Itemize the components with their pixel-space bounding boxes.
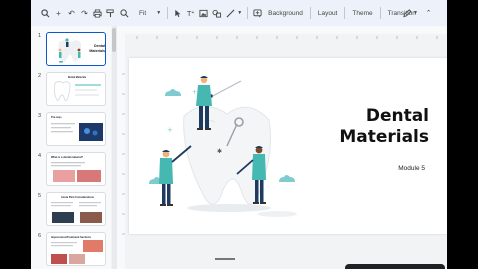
slide-number: 5 [38,193,42,199]
slide-number: 4 [38,153,42,159]
slide-number: 2 [38,73,42,79]
vertical-ruler[interactable] [117,34,125,269]
toolbar-divider [344,7,346,19]
layout-button[interactable]: Layout [314,4,342,22]
zoom-select[interactable]: Fit ▼ [117,4,164,22]
chevron-down-icon: ▼ [156,10,162,16]
slide-number: 6 [38,233,42,239]
add-comment-icon[interactable] [251,4,264,22]
speaker-notes-handle[interactable] [215,258,235,260]
slide-content-thumb [51,240,103,264]
text-box-icon[interactable]: T + [184,4,197,22]
shape-icon[interactable] [210,4,224,22]
toolbar: + ↶ ↷ Fit ▼ T + ▼ Background Layout Them… [31,0,447,26]
slide-thumbnail-1[interactable]: Dental Materials [46,32,106,66]
slide-thumbnail-5[interactable]: Acute Pain Considerations [46,192,106,226]
new-slide-icon[interactable]: + [52,4,65,22]
slide-number: 3 [38,113,42,119]
slide-content-thumb [51,202,102,223]
search-menus-icon[interactable] [39,4,52,22]
video-overlay-bar [345,264,445,269]
slide-title[interactable]: Dental Materials [339,106,429,148]
filmstrip: 1 Dental Materials 2 Dental Materials 3 [31,26,111,269]
slide-thumbnail-6[interactable]: Impressions/Treatment Sections [46,232,106,266]
slide-thumbnail-3[interactable]: Pre-reqs [46,112,106,146]
slide-thumbnail-2[interactable]: Dental Materials [46,72,106,106]
slide-editor: + + ✱ Dental Materials Module 5 [117,26,447,269]
slide-content-thumb [51,162,101,182]
thumb-title: Dental Materials [89,44,105,53]
slide-thumbnail-4[interactable]: What is a dental material? [46,152,106,186]
redo-icon[interactable]: ↷ [78,4,91,22]
horizontal-ruler[interactable] [117,26,447,39]
svg-text:✱: ✱ [217,148,222,155]
pen-tool-icon[interactable]: ▼ [401,4,420,22]
insert-image-icon[interactable] [197,4,210,22]
collapse-toolbar-icon[interactable]: ⌃ [422,4,435,22]
svg-text:+: + [192,89,197,96]
toolbar-right-group: ▼ ⌃ [401,4,435,22]
slide-subtitle[interactable]: Module 5 [359,165,425,172]
theme-button[interactable]: Theme [348,4,376,22]
paint-format-icon[interactable] [104,4,117,22]
undo-icon[interactable]: ↶ [65,4,78,22]
background-button[interactable]: Background [264,4,307,22]
toolbar-divider [247,7,249,19]
toolbar-divider [379,7,381,19]
tooth-outline-thumb [53,81,101,102]
svg-text:+: + [167,126,173,134]
line-icon[interactable]: ▼ [224,4,244,22]
toolbar-divider [167,7,169,19]
slide-content-thumb [51,123,103,141]
slide-canvas[interactable]: + + ✱ Dental Materials Module 5 [129,58,447,234]
slides-app: + ↶ ↷ Fit ▼ T + ▼ Background Layout Them… [31,0,447,269]
print-icon[interactable] [91,4,104,22]
toolbar-divider [309,7,311,19]
slide-title-line-1: Dental [365,106,429,126]
slide-title-line-2: Materials [339,127,429,147]
select-cursor-icon[interactable] [171,4,184,22]
slide-number: 1 [38,33,42,39]
zoom-label: Fit [139,9,147,17]
filmstrip-scroll-thumb[interactable] [112,28,116,52]
zoom-icon [120,8,129,17]
